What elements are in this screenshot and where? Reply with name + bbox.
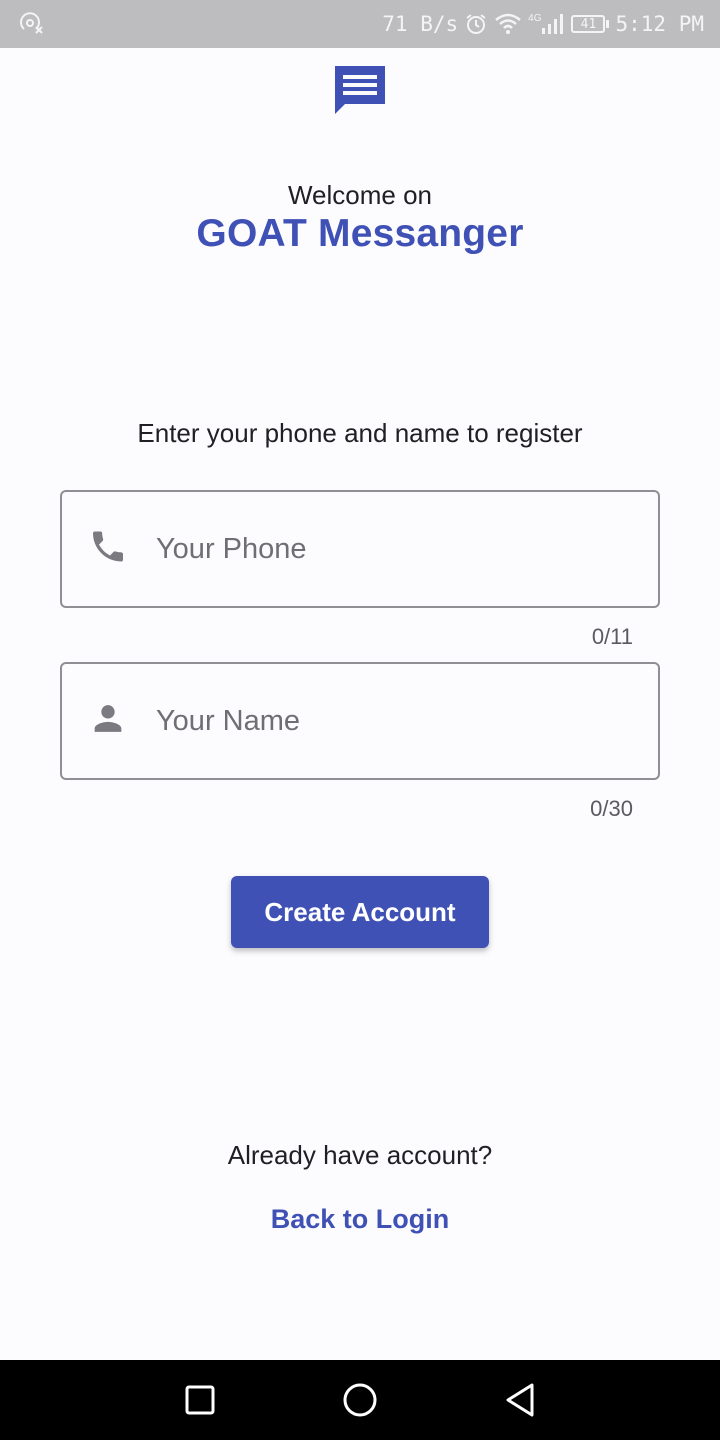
hotspot-icon	[18, 9, 44, 40]
network-type: 4G	[528, 13, 542, 24]
name-field-container[interactable]	[60, 662, 660, 780]
recents-square-icon[interactable]	[180, 1380, 220, 1420]
battery-level: 41	[571, 15, 606, 33]
name-input[interactable]	[156, 664, 642, 778]
status-bar: 71 B/s 4G 41 5:12 PM	[0, 0, 720, 48]
wifi-icon	[494, 12, 522, 36]
welcome-text: Welcome on	[287, 180, 433, 210]
phone-input[interactable]	[156, 492, 642, 606]
phone-field-container[interactable]	[60, 490, 660, 608]
create-account-button[interactable]: Create Account	[231, 876, 489, 948]
app-name-title: GOAT Messanger	[196, 212, 524, 255]
back-triangle-icon[interactable]	[500, 1380, 540, 1420]
alarm-icon	[464, 12, 488, 36]
back-to-login-container: Back to Login	[0, 1204, 720, 1235]
register-instruction: Enter your phone and name to register	[137, 418, 583, 448]
home-circle-icon[interactable]	[340, 1380, 380, 1420]
phone-char-counter: 0/11	[591, 624, 633, 649]
network-speed: 71 B/s	[382, 12, 459, 36]
signal-icon: 4G	[528, 13, 565, 35]
name-char-counter: 0/30	[590, 796, 633, 821]
battery-icon: 41	[571, 15, 610, 33]
already-have-account-text: Already have account?	[227, 1140, 493, 1170]
person-icon	[88, 699, 128, 744]
navigation-bar	[0, 1360, 720, 1440]
chat-message-icon	[333, 64, 387, 116]
clock: 5:12 PM	[615, 12, 704, 36]
back-to-login-link[interactable]: Back to Login	[271, 1204, 450, 1234]
phone-icon	[88, 527, 128, 572]
